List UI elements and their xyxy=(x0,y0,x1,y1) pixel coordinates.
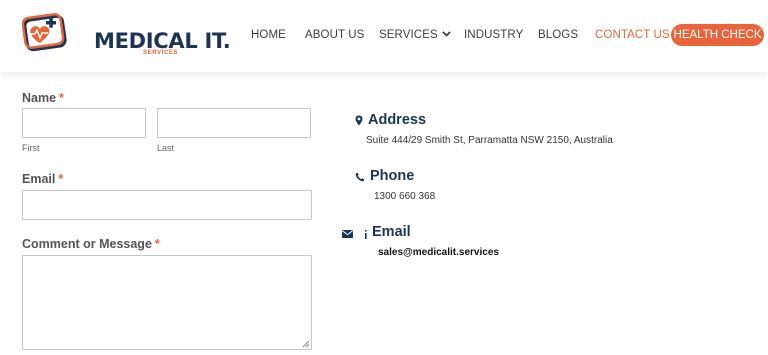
email-input[interactable] xyxy=(22,190,312,220)
last-sublabel: Last xyxy=(157,143,175,153)
email-address-link[interactable]: sales@medicalit.services xyxy=(378,247,499,258)
map-marker-icon xyxy=(355,115,363,126)
email-title: Email xyxy=(372,224,411,240)
last-name-input[interactable] xyxy=(157,108,311,138)
site-header: MEDICAL IT. SERVICES HOME ABOUT US SERVI… xyxy=(0,0,768,72)
phone-text[interactable]: 1300 660 368 xyxy=(374,191,435,202)
info-glyph-icon xyxy=(365,230,367,239)
required-marker: * xyxy=(59,91,64,105)
address-title: Address xyxy=(368,112,427,128)
phone-icon xyxy=(355,172,365,182)
address-text: Suite 444/29 Smith St, Parramatta NSW 21… xyxy=(366,135,613,146)
first-name-input[interactable] xyxy=(22,108,146,138)
nav-blogs[interactable]: BLOGS xyxy=(538,29,578,41)
phone-title: Phone xyxy=(370,168,415,184)
logo-tagline: SERVICES xyxy=(143,50,179,56)
name-label-text: Name xyxy=(22,91,57,105)
email-label-text: Email xyxy=(22,172,56,186)
name-label: Name * xyxy=(22,91,64,105)
nav-services-label: SERVICES xyxy=(379,29,438,41)
comment-label: Comment or Message * xyxy=(22,237,160,251)
nav-services[interactable]: SERVICES xyxy=(379,29,451,41)
required-marker: * xyxy=(58,172,64,186)
nav-industry[interactable]: INDUSTRY xyxy=(464,29,523,41)
health-check-button[interactable]: HEALTH CHECK xyxy=(671,24,764,46)
site-logo[interactable]: MEDICAL IT. SERVICES xyxy=(22,12,231,60)
resize-handle-icon[interactable] xyxy=(302,340,310,348)
envelope-icon xyxy=(342,230,353,238)
comment-textarea[interactable] xyxy=(22,255,312,350)
nav-home[interactable]: HOME xyxy=(251,29,286,41)
chevron-down-icon xyxy=(442,31,451,37)
medical-logo-icon xyxy=(22,13,67,52)
required-marker: * xyxy=(154,237,160,251)
email-label: Email * xyxy=(22,172,63,186)
comment-label-text: Comment or Message xyxy=(22,237,152,251)
nav-about-us[interactable]: ABOUT US xyxy=(305,29,364,41)
first-sublabel: First xyxy=(22,143,40,153)
nav-contact-us[interactable]: CONTACT US xyxy=(595,29,670,41)
